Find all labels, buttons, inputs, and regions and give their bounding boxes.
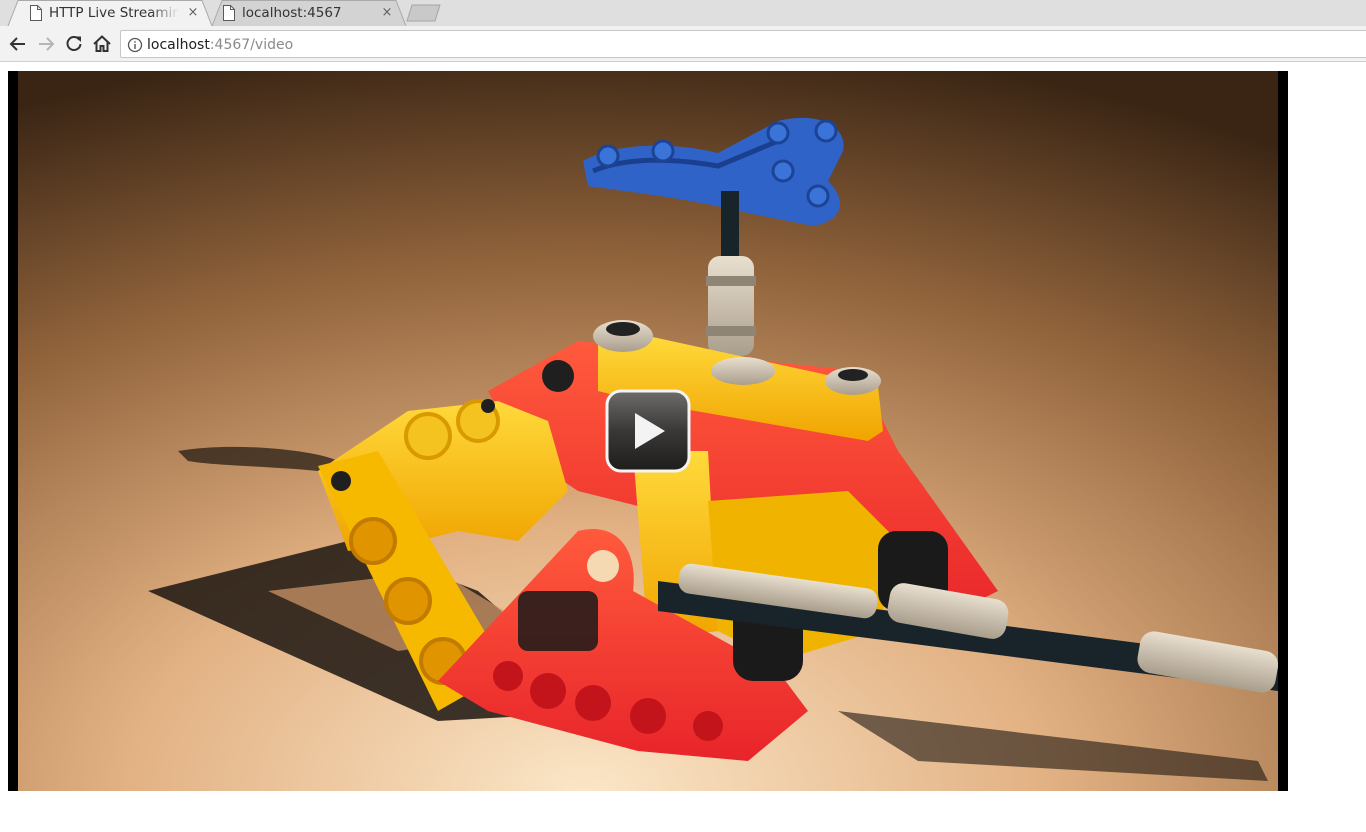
- close-tab-icon[interactable]: ×: [379, 5, 395, 21]
- page-icon: [30, 5, 42, 21]
- info-icon[interactable]: [127, 37, 143, 53]
- browser-toolbar: localhost:4567/video: [0, 26, 1366, 62]
- page-icon: [223, 5, 235, 21]
- close-tab-icon[interactable]: ×: [185, 5, 201, 21]
- page-content: [0, 63, 1366, 832]
- arrow-left-icon: [9, 37, 25, 51]
- url-host: localhost: [147, 37, 210, 53]
- back-button[interactable]: [7, 33, 29, 55]
- forward-button[interactable]: [35, 33, 57, 55]
- address-bar[interactable]: localhost:4567/video: [120, 30, 1366, 58]
- video-player[interactable]: [8, 71, 1288, 791]
- tab-http-live-streaming[interactable]: HTTP Live Streamin ×: [0, 0, 214, 26]
- new-tab-button[interactable]: [406, 4, 442, 22]
- arrow-right-icon: [39, 37, 55, 51]
- reload-button[interactable]: [63, 33, 85, 55]
- reload-icon: [66, 36, 82, 51]
- home-button[interactable]: [91, 33, 113, 55]
- tab-localhost[interactable]: localhost:4567 ×: [204, 0, 408, 26]
- url-text[interactable]: localhost:4567/video: [147, 35, 293, 55]
- tab-title: localhost:4567: [242, 5, 342, 21]
- play-button[interactable]: [605, 389, 691, 473]
- tab-strip: HTTP Live Streamin × localhost:4567 ×: [0, 0, 1366, 26]
- url-path: :4567/video: [209, 37, 294, 53]
- home-icon: [93, 35, 111, 52]
- tab-title: HTTP Live Streamin: [49, 5, 179, 21]
